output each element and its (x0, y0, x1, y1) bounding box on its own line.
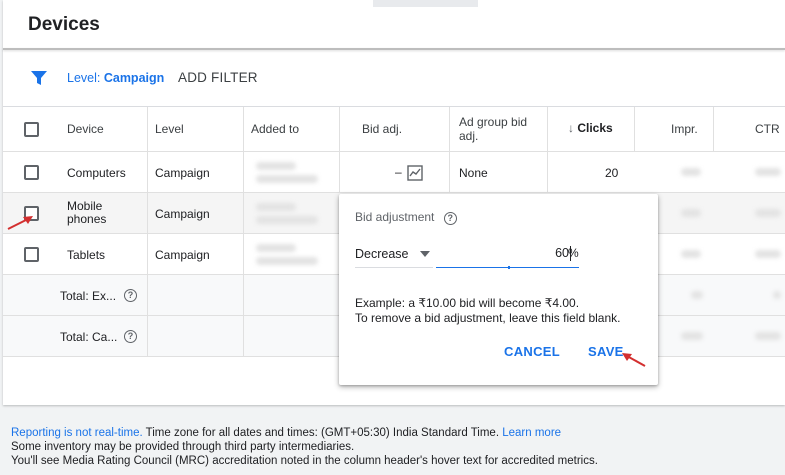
header-ctr[interactable]: CTR (755, 122, 780, 136)
added-to-redacted (256, 244, 296, 252)
ctr-redacted (755, 209, 781, 217)
device-name: Mobile phones (67, 200, 106, 226)
level-value: Campaign (103, 71, 165, 85)
header-ad-group-bid-adj-line1: Ad group bid (459, 115, 528, 129)
impr-redacted (691, 291, 703, 299)
top-tab-strip (373, 0, 478, 7)
level-value: Campaign (155, 248, 210, 262)
column-divider (449, 107, 450, 193)
header-device[interactable]: Device (67, 122, 104, 136)
impr-redacted (681, 168, 701, 176)
header-added-to[interactable]: Added to (251, 122, 299, 136)
header-level[interactable]: Level (155, 122, 184, 136)
header-ad-group-bid-adj-line2: adj. (459, 129, 479, 143)
caret-down-icon (420, 251, 430, 257)
page-title: Devices (28, 14, 100, 35)
ctr-redacted (755, 332, 781, 340)
percent-unit: % (568, 246, 579, 260)
ad-group-bid-adj-value: None (459, 166, 488, 180)
level-value: Campaign (155, 207, 210, 221)
bid-adjustment-popup: Bid adjustment ? Decrease 60 % Example: … (339, 194, 658, 385)
impr-redacted (681, 209, 701, 217)
ctr-redacted (755, 250, 781, 258)
realtime-link[interactable]: Reporting is not real-time. (11, 427, 143, 439)
example-line2: To remove a bid adjustment, leave this f… (355, 311, 621, 325)
ctr-redacted (755, 168, 781, 176)
device-name-line2: phones (67, 212, 107, 226)
header-impr[interactable]: Impr. (671, 122, 698, 136)
column-divider (634, 107, 635, 152)
example-line1: Example: a ₹10.00 bid will become ₹4.00. (355, 296, 580, 310)
ctr-redacted (773, 291, 781, 299)
footer-line2: Some inventory may be provided through t… (11, 441, 355, 453)
row-checkbox[interactable] (24, 165, 39, 180)
added-to-redacted (256, 257, 318, 265)
device-name: Tablets (67, 248, 106, 262)
help-circle-icon[interactable]: ? (443, 212, 457, 225)
column-divider (243, 107, 244, 357)
footer-line3: You'll see Media Rating Council (MRC) ac… (11, 455, 598, 467)
example-text: Example: a ₹10.00 bid will become ₹4.00.… (355, 296, 620, 326)
bid-adj-value[interactable]: – (395, 165, 402, 179)
column-divider (713, 107, 714, 152)
added-to-redacted (256, 175, 318, 183)
header-clicks-label: Clicks (577, 121, 613, 135)
impr-redacted (681, 332, 703, 340)
bid-adjustment-field[interactable]: 60 % (436, 245, 579, 269)
column-divider (339, 107, 340, 193)
impr-redacted (681, 250, 701, 258)
filter-bar: Level: Campaign ADD FILTER (3, 50, 785, 107)
popup-title: Bid adjustment ? (355, 210, 457, 225)
device-name: Computers (67, 166, 126, 180)
column-divider (147, 107, 148, 357)
column-divider (547, 107, 548, 193)
select-all-checkbox[interactable] (24, 122, 39, 137)
cancel-button[interactable]: CANCEL (504, 344, 560, 359)
footer-notes: Reporting is not real-time. Time zone fo… (11, 426, 598, 468)
popup-title-label: Bid adjustment (355, 210, 435, 224)
table-row: Computers Campaign – None 20 (3, 152, 785, 193)
added-to-redacted (256, 216, 318, 224)
header-ad-group-bid-adj[interactable]: Ad group bid adj. (459, 115, 527, 143)
arrow-down-icon: ↓ (568, 121, 574, 135)
total-label: Total: Ex... (60, 289, 117, 303)
help-circle-icon[interactable]: ? (124, 289, 137, 302)
dropdown-value: Decrease (355, 247, 409, 261)
footer-line1: Reporting is not real-time. Time zone fo… (11, 426, 598, 440)
row-checkbox[interactable] (24, 247, 39, 262)
level-label: Level: (67, 71, 101, 85)
level-value: Campaign (155, 166, 210, 180)
clicks-value: 20 (605, 166, 619, 180)
added-to-redacted (256, 203, 296, 211)
level-filter-chip[interactable]: Level: Campaign (67, 71, 164, 85)
bid-adjustment-input[interactable]: 60 (555, 246, 569, 260)
total-label: Total: Ca... (60, 330, 118, 344)
add-filter-button[interactable]: ADD FILTER (178, 70, 258, 85)
focus-indicator (508, 266, 510, 269)
annotation-arrow (7, 216, 33, 230)
help-circle-icon[interactable]: ? (124, 330, 137, 343)
line-chart-icon[interactable] (407, 165, 423, 181)
filter-icon[interactable] (30, 69, 48, 87)
header-clicks[interactable]: ↓ Clicks (568, 121, 613, 135)
header-bid-adj[interactable]: Bid adj. (362, 122, 402, 136)
learn-more-link[interactable]: Learn more (502, 427, 561, 439)
annotation-arrow (622, 353, 646, 367)
table-header-row: Device Level Added to Bid adj. Ad group … (3, 107, 785, 152)
adjustment-direction-dropdown[interactable]: Decrease (355, 245, 433, 268)
timezone-text: Time zone for all dates and times: (GMT+… (142, 427, 500, 439)
added-to-redacted (256, 162, 296, 170)
